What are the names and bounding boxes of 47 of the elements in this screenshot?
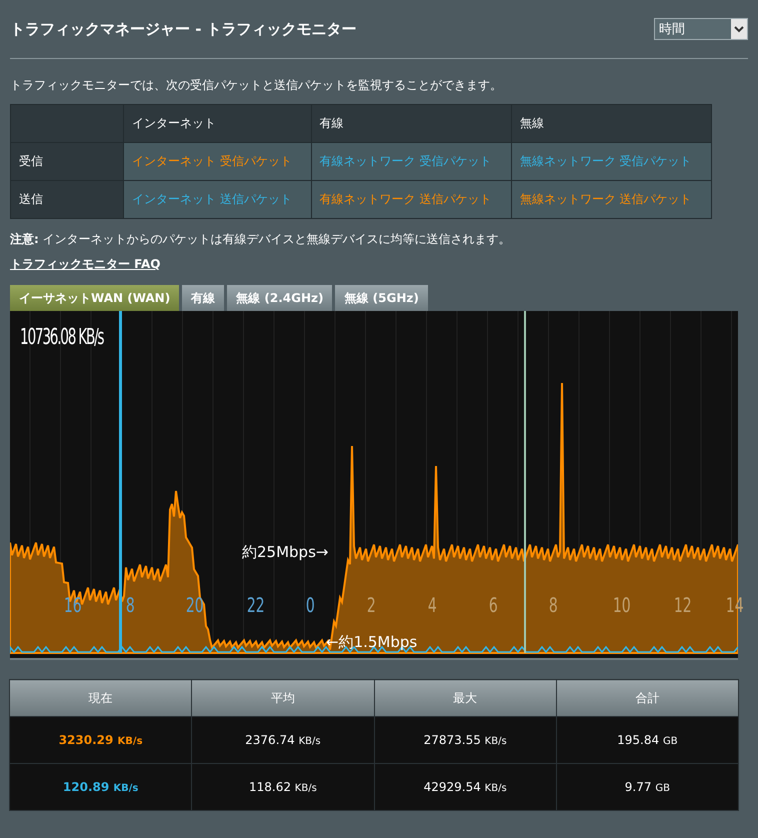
interface-tab[interactable]: イーサネットWAN (WAN) [10, 285, 180, 311]
interface-tab[interactable]: 有線 [182, 285, 224, 311]
column-header: 無線 [511, 104, 712, 142]
interface-tab[interactable]: 無線 (5GHz) [335, 285, 428, 311]
time-label: 22 [246, 593, 265, 617]
page-title: トラフィックマネージャー - トラフィックモニター [10, 20, 357, 38]
caret-icon [734, 26, 744, 32]
stat-value: 27873.55 KB/s [374, 716, 556, 764]
time-label: 2 [366, 593, 376, 617]
time-label: 4 [428, 593, 437, 617]
speed-annotation: ←約1.5Mbps [326, 633, 418, 652]
interface-tab[interactable]: 無線 (2.4GHz) [227, 285, 332, 311]
packet-cell: 無線ネットワーク 送信パケット [511, 180, 712, 218]
column-header: 現在 [10, 680, 192, 716]
stat-value: 2376.74 KB/s [192, 716, 374, 764]
row-header: 受信 [10, 142, 124, 180]
time-label: 16 [64, 593, 82, 617]
stat-value: 9.77 GB [556, 764, 738, 810]
packet-cell: 無線ネットワーク 受信パケット [511, 142, 712, 180]
packet-cell: 有線ネットワーク 受信パケット [311, 142, 512, 180]
column-header: 合計 [556, 680, 738, 716]
current-rate: 120.89 KB/s [10, 764, 192, 810]
stat-value: 118.62 KB/s [192, 764, 374, 810]
peak-reading: 10736.08 KB/s [20, 325, 104, 350]
stat-value: 195.84 GB [556, 716, 738, 764]
column-header: 平均 [192, 680, 374, 716]
column-header: 有線 [311, 104, 512, 142]
note-text: 注意: インターネットからのパケットは有線デバイスと無線デバイスに均等に送信されます。 [10, 231, 512, 248]
time-label: 8 [126, 593, 135, 617]
time-label: 10 [612, 593, 631, 617]
time-label: 12 [674, 593, 692, 617]
column-header: 最大 [374, 680, 556, 716]
faq-link[interactable]: トラフィックモニター FAQ [10, 256, 160, 273]
packet-cell: インターネット 受信パケット [124, 142, 312, 180]
column-header: インターネット [124, 104, 312, 142]
time-label: 0 [306, 593, 315, 617]
speed-annotation: 約25Mbps→ [242, 543, 328, 562]
row-header: 送信 [10, 180, 124, 218]
time-label: 8 [548, 593, 558, 617]
packet-cell: インターネット 送信パケット [124, 180, 312, 218]
stat-value: 42929.54 KB/s [374, 764, 556, 810]
time-label: 6 [488, 593, 498, 617]
packet-cell: 有線ネットワーク 送信パケット [311, 180, 512, 218]
time-label: 20 [186, 593, 204, 617]
current-rate: 3230.29 KB/s [10, 716, 192, 764]
time-select[interactable]: 時間 [654, 18, 748, 40]
description-text: トラフィックモニターでは、次の受信パケットと送信パケットを監視することができます。 [10, 77, 503, 94]
